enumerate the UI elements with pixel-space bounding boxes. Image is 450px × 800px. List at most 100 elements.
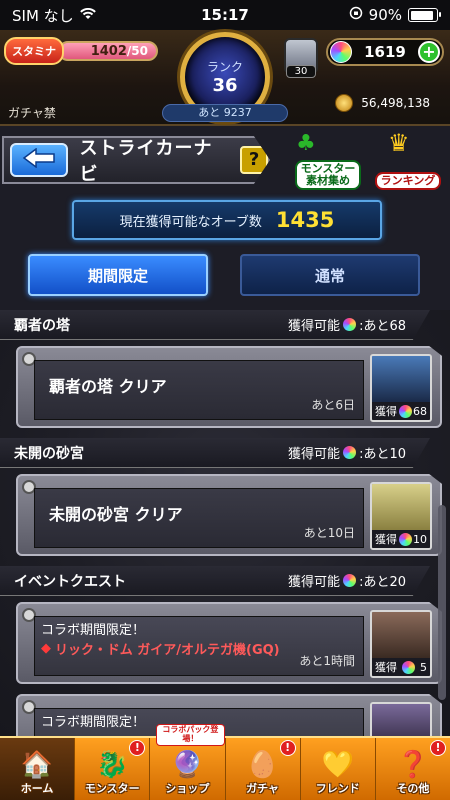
character-portrait [372,612,430,658]
orb-icon [402,660,415,674]
obtainable-orbs-value: 1435 [275,208,335,232]
nav-shop[interactable]: コラボパック登場！ 🔮 ショップ [150,724,226,800]
orb-counter: 1619 + [326,38,444,66]
shop-icon: 🔮 [171,750,204,780]
box-count: 30 [286,65,316,78]
nav-label: ホーム [20,782,54,795]
mission-card[interactable]: 未開の砂宮 クリア あと10日 獲得 10 [16,474,442,556]
nav-monster[interactable]: ! 🐉 モンスター [75,738,151,800]
reward-label: 獲得 [375,661,397,674]
orb-icon [330,41,352,63]
mission-time-left: あと10日 [303,526,355,540]
reward-row: 獲得 5 [372,658,430,676]
nav-friend[interactable]: 💛 フレンド [301,738,376,800]
nav-label: ショップ [165,782,210,795]
nav-home[interactable]: 🏠 ホーム [0,738,76,800]
collab-pack-badge: コラボパック登場！ [156,724,225,746]
monster-material-button[interactable]: ♣ モンスター 素材集め [288,130,368,190]
nav-label: ガチャ [246,782,280,795]
back-arrow-icon [22,147,56,172]
mission-card-body: 未開の砂宮 クリア あと10日 [34,488,364,548]
page-title: ストライカーナビ [79,138,213,185]
obtainable-orbs-panel: 現在獲得可能なオーブ数 1435 [72,200,382,240]
mission-name-row: ◆ リック・ドム ガイア/オルテガ機(GQ) [41,639,280,658]
notification-badge: ! [279,740,296,756]
stamina-bar: 1402/50 [58,41,158,61]
title-plate: ストライカーナビ ? [2,136,270,184]
mission-card-body: 覇者の塔 クリア あと6日 [34,360,364,420]
back-button[interactable] [10,143,68,177]
mission-name: 覇者の塔 クリア [49,377,167,396]
remaining-label: :あと10 [359,447,406,462]
section-available: 獲得可能 :あと20 [288,571,406,590]
devil-icon: ◆ [41,641,51,656]
stamina-gauge[interactable]: スタミナ 1402/50 [4,37,158,65]
nav-gacha[interactable]: ! 🥚 ガチャ [226,738,301,800]
coin-icon [335,94,354,112]
orb-icon [398,404,412,418]
friend-icon: 💛 [321,750,354,780]
tab-limited[interactable]: 期間限定 [28,254,208,296]
rank-value: 36 [212,75,238,96]
crown-icon: ♛ [388,129,410,157]
monster-box-icon[interactable]: 30 [284,38,318,78]
reward-thumbnail [370,702,432,736]
character-portrait [372,704,430,736]
battery-icon [408,8,441,22]
orb-icon [398,532,412,546]
nav-label: その他 [396,782,430,795]
game-header: スタミナ 1402/50 ガチャ禁 ランク 36 あと 9237 30 1619… [0,30,450,126]
remaining-label: :あと68 [359,319,406,334]
orb-icon [343,446,357,459]
ranking-button[interactable]: ♛ ランキング [368,130,448,190]
rank-label: ランク [206,60,243,74]
reward-value: 10 [413,532,427,546]
section-header: 未開の砂宮 獲得可能 :あと10 [0,438,430,468]
tab-normal[interactable]: 通常 [240,254,420,296]
mission-time-left: あと1時間 [299,654,355,668]
scrollbar[interactable] [438,505,446,700]
nav-other[interactable]: ! ❓ その他 [376,738,450,800]
rank-remaining: あと 9237 [162,104,288,122]
mission-name: リック・ドム ガイア/オルテガ機(GQ) [55,643,280,658]
reward-value: 5 [420,660,427,674]
orb-icon [343,318,357,331]
nav-label: モンスター [84,782,140,795]
reward-row: 獲得 68 [372,402,430,420]
section-header: イベントクエスト 獲得可能 :あと20 [0,566,430,596]
other-icon: ❓ [396,750,430,780]
home-icon: 🏠 [20,750,54,780]
monster-icon: 🐉 [96,750,129,780]
obtainable-orbs-label: 現在獲得可能なオーブ数 [119,214,262,230]
section-available: 獲得可能 :あと10 [288,443,406,462]
reward-label: 獲得 [375,533,397,546]
available-label: 獲得可能 [288,447,341,462]
collab-tag: コラボ期間限定！ [41,715,146,730]
available-label: 獲得可能 [288,575,341,590]
gacha-ban-label: ガチャ禁 [8,106,56,120]
mission-card[interactable]: コラボ期間限定！ ◆ リック・ドム ガイア/オルテガ機(GQ) あと1時間 獲得… [16,602,442,684]
notification-badge: ! [129,740,146,756]
nav-label: フレンド [315,782,360,795]
buy-orb-button[interactable]: + [418,41,440,63]
coin-counter: 56,498,138 [335,94,430,112]
orb-count: 1619 [364,43,406,61]
bottom-nav: 🏠 ホーム ! 🐉 モンスター コラボパック登場！ 🔮 ショップ ! 🥚 ガチャ… [0,724,450,800]
stamina-label: スタミナ [4,37,64,65]
mission-card[interactable]: 覇者の塔 クリア あと6日 獲得 68 [16,346,442,428]
section-available: 獲得可能 :あと68 [288,315,406,334]
reward-row: 獲得 10 [372,530,430,548]
monster-material-line1: モンスター [300,161,356,175]
reward-thumbnail: 獲得 5 [370,610,432,678]
section-title: イベントクエスト [14,573,126,590]
mission-list[interactable]: 覇者の塔 獲得可能 :あと68 覇者の塔 クリア あと6日 獲得 68 未開の砂… [0,310,450,736]
sand-palace-image [372,484,430,530]
title-bar: ストライカーナビ ? ♣ モンスター 素材集め ♛ ランキング [0,130,450,192]
collab-tag: コラボ期間限定！ [41,623,146,638]
help-button[interactable]: ? [240,146,268,174]
mission-card[interactable]: コラボ期間限定！ [16,694,442,736]
reward-value: 68 [413,404,427,418]
monster-material-label: モンスター 素材集め [294,159,362,190]
section-header: 覇者の塔 獲得可能 :あと68 [0,310,430,340]
section-title: 未開の砂宮 [14,445,84,462]
